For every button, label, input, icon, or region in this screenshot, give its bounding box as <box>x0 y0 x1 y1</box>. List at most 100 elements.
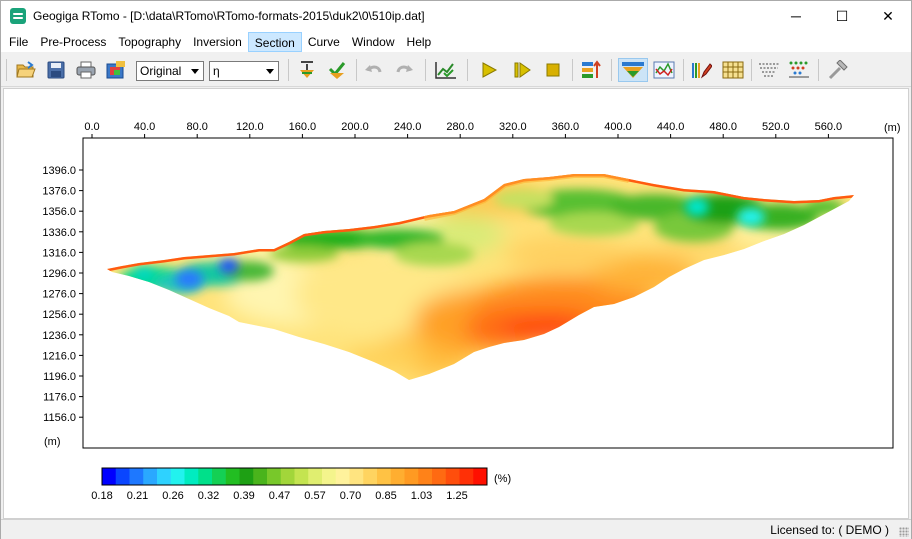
maximize-button[interactable]: ☐ <box>819 1 865 31</box>
parameter-select[interactable]: η <box>209 61 279 81</box>
x-axis-unit: (m) <box>884 122 901 134</box>
y-tick-label: 1256.0 <box>42 309 76 321</box>
parameter-value: η <box>213 64 220 78</box>
y-tick-label: 1336.0 <box>42 227 76 239</box>
x-tick-label: 0.0 <box>84 121 99 133</box>
colorbar-label: 0.85 <box>375 490 396 502</box>
y-tick-label: 1356.0 <box>42 206 76 218</box>
menu-pre-process[interactable]: Pre-Process <box>34 32 112 52</box>
undo-icon[interactable] <box>362 58 386 82</box>
export-image-icon[interactable] <box>104 58 128 82</box>
y-tick-label: 1296.0 <box>42 268 76 280</box>
y-tick-label: 1276.0 <box>42 289 76 301</box>
colorbar: 0.18 0.21 0.26 0.32 0.39 0.47 0.57 0.70 0.85 1.03… <box>91 467 488 502</box>
app-window: Geogiga RTomo - [D:\data\RTomo\RTomo-for… <box>0 0 912 539</box>
sort-up-icon[interactable] <box>579 58 603 82</box>
colorbar-swatch <box>363 468 378 485</box>
menu-window[interactable]: Window <box>346 32 401 52</box>
colorbar-swatch <box>432 468 447 485</box>
y-tick-label: 1216.0 <box>42 350 76 362</box>
colorbar-swatch <box>322 468 337 485</box>
status-bar: Licensed to: ( DEMO ) <box>1 519 911 539</box>
check-pick-icon[interactable] <box>325 58 349 82</box>
colorbar-swatch <box>418 468 433 485</box>
chevron-down-icon <box>266 69 274 74</box>
colorbar-label: 0.47 <box>269 490 290 502</box>
hammer-icon[interactable] <box>826 58 850 82</box>
mesh-dots-icon[interactable] <box>787 58 811 82</box>
menu-curve[interactable]: Curve <box>302 32 346 52</box>
colorbar-swatch <box>225 468 240 485</box>
resize-grip-icon[interactable] <box>899 527 909 537</box>
menu-file[interactable]: File <box>3 32 34 52</box>
save-icon[interactable] <box>44 58 68 82</box>
y-tick-label: 1316.0 <box>42 247 76 259</box>
colorbar-swatch <box>390 468 405 485</box>
colorbar-swatch <box>253 468 268 485</box>
colorbar-swatch <box>157 468 172 485</box>
x-tick-label: 480.0 <box>709 121 737 133</box>
x-tick-label: 320.0 <box>499 121 527 133</box>
x-tick-label: 400.0 <box>604 121 632 133</box>
colorbar-label: 0.21 <box>127 490 148 502</box>
app-logo-icon <box>10 8 26 24</box>
stop-icon[interactable] <box>541 58 565 82</box>
menu-section[interactable]: Section <box>247 31 302 52</box>
y-axis-unit: (m) <box>44 436 61 448</box>
x-tick-label: 80.0 <box>186 121 207 133</box>
print-icon[interactable] <box>74 58 98 82</box>
curve-view-icon[interactable] <box>652 58 676 82</box>
section-canvas[interactable]: 0.0 40.0 80.0 120.0 160.0 200.0 240.0 280.0 320.… <box>3 88 909 519</box>
step-play-icon[interactable] <box>510 58 534 82</box>
grid-table-icon[interactable] <box>721 58 745 82</box>
chevron-down-icon <box>191 69 199 74</box>
colorbar-swatch <box>267 468 282 485</box>
open-file-icon[interactable] <box>14 58 38 82</box>
x-tick-label: 440.0 <box>657 121 685 133</box>
pencil-icon[interactable] <box>689 58 713 82</box>
play-icon[interactable] <box>477 58 501 82</box>
colorbar-label: 0.57 <box>304 490 325 502</box>
colorbar-swatch <box>459 468 474 485</box>
menu-help[interactable]: Help <box>401 32 438 52</box>
minimize-button[interactable]: ─ <box>773 1 819 31</box>
colorbar-swatch <box>239 468 254 485</box>
colorbar-swatch <box>335 468 350 485</box>
y-tick-label: 1236.0 <box>42 330 76 342</box>
view-mode-select[interactable]: Original <box>136 61 204 81</box>
y-tick-label: 1396.0 <box>42 165 76 177</box>
colorbar-swatch <box>115 468 130 485</box>
x-tick-label: 280.0 <box>446 121 474 133</box>
colorbar-swatch <box>308 468 323 485</box>
menu-bar: File Pre-Process Topography Inversion Se… <box>1 31 911 52</box>
menu-topography[interactable]: Topography <box>112 32 187 52</box>
toolbar: Original η <box>1 53 911 87</box>
x-tick-label: 520.0 <box>762 121 790 133</box>
license-status: Licensed to: ( DEMO ) <box>770 523 889 537</box>
mesh-icon[interactable] <box>757 58 781 82</box>
colorbar-swatch <box>294 468 309 485</box>
menu-inversion[interactable]: Inversion <box>187 32 248 52</box>
y-tick-label: 1176.0 <box>43 392 76 404</box>
colorbar-swatch <box>445 468 460 485</box>
colorbar-label: 1.25 <box>446 490 467 502</box>
x-tick-label: 560.0 <box>815 121 843 133</box>
chart-check-icon[interactable] <box>434 58 458 82</box>
section-body <box>107 174 854 380</box>
x-tick-label: 120.0 <box>236 121 264 133</box>
x-tick-label: 240.0 <box>394 121 422 133</box>
redo-icon[interactable] <box>392 58 416 82</box>
y-tick-label: 1376.0 <box>42 186 76 198</box>
resistivity-section-plot: 0.0 40.0 80.0 120.0 160.0 200.0 240.0 280.0 320.… <box>42 121 901 502</box>
x-tick-label: 160.0 <box>289 121 317 133</box>
colorbar-swatch <box>404 468 419 485</box>
colorbar-swatch <box>473 468 488 485</box>
colorbar-swatch <box>143 468 158 485</box>
colorbar-swatch <box>280 468 295 485</box>
close-button[interactable]: ✕ <box>865 1 911 31</box>
pick-down-icon[interactable] <box>295 58 319 82</box>
colorbar-swatch <box>170 468 185 485</box>
title-bar[interactable]: Geogiga RTomo - [D:\data\RTomo\RTomo-for… <box>1 1 911 31</box>
section-view-icon[interactable] <box>618 58 648 82</box>
x-tick-label: 200.0 <box>341 121 369 133</box>
